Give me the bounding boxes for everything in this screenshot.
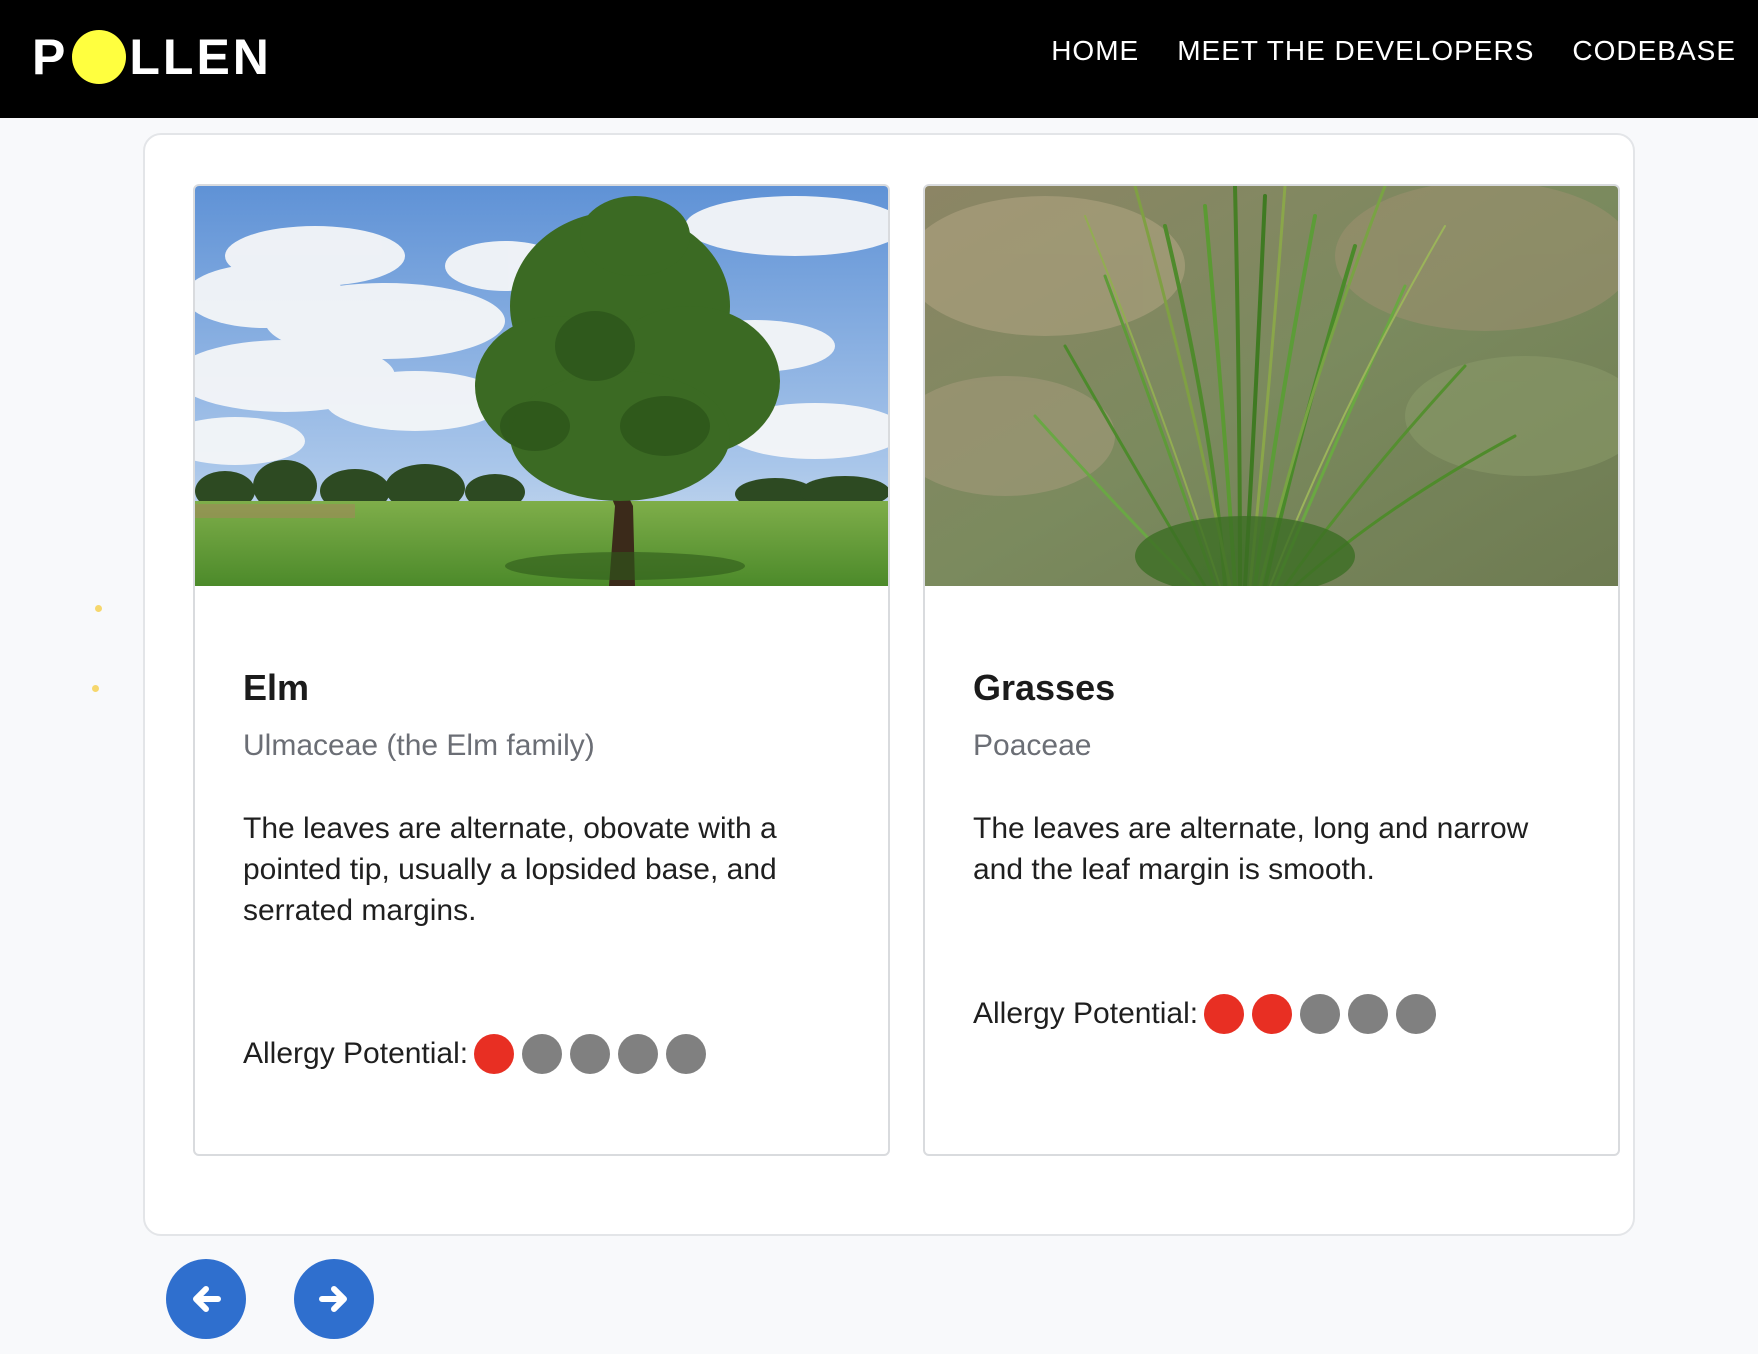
plant-family: Ulmaceae (the Elm family): [243, 729, 595, 762]
allergy-potential: Allergy Potential:: [243, 1034, 707, 1074]
allergy-dot-inactive: [570, 1034, 611, 1074]
allergy-rating-dots: [1204, 994, 1437, 1034]
plant-carousel-panel: Elm Ulmaceae (the Elm family) The leaves…: [143, 133, 1635, 1236]
grass-photo: [925, 186, 1618, 586]
allergy-dot-inactive: [1396, 994, 1437, 1034]
logo-yellow-dot: [72, 30, 127, 84]
plant-description: The leaves are alternate, long and narro…: [973, 812, 1529, 886]
allergy-potential: Allergy Potential:: [973, 994, 1437, 1034]
plant-card-elm[interactable]: Elm Ulmaceae (the Elm family) The leaves…: [193, 184, 890, 1156]
allergy-rating-dots: [474, 1034, 707, 1074]
previous-button[interactable]: [166, 1259, 246, 1339]
plant-family: Poaceae: [973, 729, 1092, 762]
nav-codebase-link[interactable]: CODEBASE: [1572, 35, 1736, 67]
pollen-logo[interactable]: P LLEN: [32, 22, 272, 92]
allergy-dot-active: [1204, 994, 1245, 1034]
allergy-dot-inactive: [1300, 994, 1341, 1034]
allergy-label: Allergy Potential:: [243, 1037, 469, 1070]
elm-tree-photo: [195, 186, 888, 586]
allergy-dot-active: [474, 1034, 515, 1074]
nav-meet-developers-link[interactable]: MEET THE DEVELOPERS: [1177, 35, 1534, 67]
allergy-dot-inactive: [522, 1034, 563, 1074]
next-button[interactable]: [294, 1259, 374, 1339]
allergy-dot-active: [1252, 994, 1293, 1034]
allergy-label: Allergy Potential:: [973, 997, 1199, 1030]
main-nav: HOME MEET THE DEVELOPERS CODEBASE: [1051, 28, 1736, 74]
plant-card-grasses[interactable]: Grasses Poaceae The leaves are alternate…: [923, 184, 1620, 1156]
grasses-card-body: Grasses Poaceae The leaves are alternate…: [973, 666, 1578, 890]
elm-card-body: Elm Ulmaceae (the Elm family) The leaves…: [243, 666, 848, 931]
decorative-sparkle: [92, 685, 99, 692]
plant-name: Elm: [243, 667, 310, 708]
top-navbar: P LLEN HOME MEET THE DEVELOPERS CODEBASE: [0, 0, 1758, 118]
decorative-sparkle: [95, 605, 102, 612]
nav-home-link[interactable]: HOME: [1051, 35, 1139, 67]
arrow-right-icon: [319, 1286, 347, 1312]
plant-name: Grasses: [973, 667, 1116, 708]
logo-letter-p: P: [32, 29, 69, 85]
arrow-left-icon: [193, 1286, 221, 1312]
plant-description: The leaves are alternate, obovate with a…: [243, 812, 777, 927]
allergy-dot-inactive: [666, 1034, 707, 1074]
allergy-dot-inactive: [1348, 994, 1389, 1034]
allergy-dot-inactive: [618, 1034, 659, 1074]
logo-letters-llen: LLEN: [129, 29, 272, 85]
